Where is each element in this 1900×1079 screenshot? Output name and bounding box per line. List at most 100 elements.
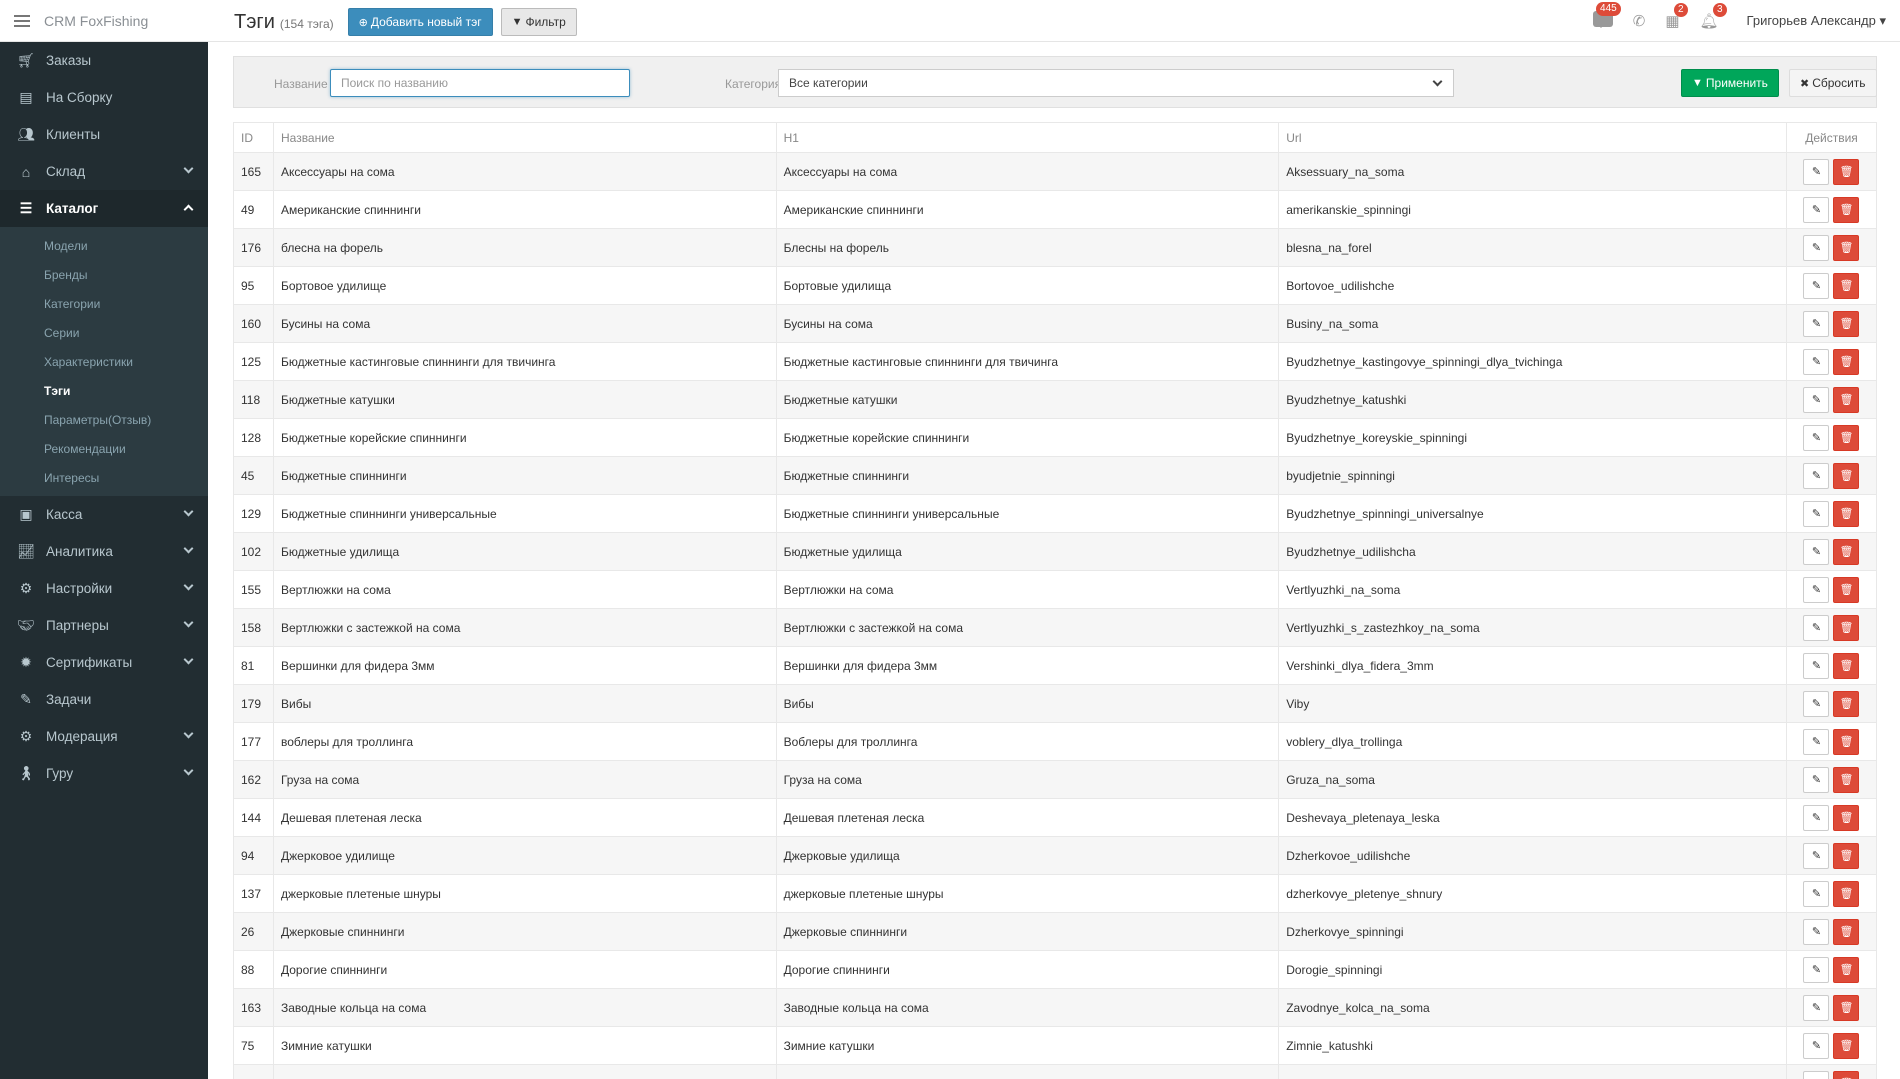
delete-button[interactable]: 🗑︎: [1833, 804, 1860, 831]
archive-icon: ▤: [19, 89, 33, 105]
column-header-id[interactable]: ID: [233, 122, 274, 153]
delete-button[interactable]: 🗑︎: [1833, 1032, 1860, 1059]
delete-button[interactable]: 🗑︎: [1833, 386, 1860, 413]
delete-button[interactable]: 🗑︎: [1833, 500, 1860, 527]
edit-button[interactable]: ✎: [1803, 1032, 1830, 1059]
reset-filter-button[interactable]: ✖ Сбросить: [1789, 69, 1877, 97]
row-actions: ✎ 🗑︎: [1794, 994, 1869, 1021]
delete-button[interactable]: 🗑︎: [1833, 918, 1860, 945]
gift-notifications[interactable]: ▦ 2: [1665, 3, 1688, 30]
row-actions: ✎ 🗑︎: [1794, 386, 1869, 413]
edit-button[interactable]: ✎: [1803, 158, 1830, 185]
edit-button[interactable]: ✎: [1803, 614, 1830, 641]
pencil-icon: ✎: [1811, 850, 1822, 862]
edit-button[interactable]: ✎: [1803, 500, 1830, 527]
edit-button[interactable]: ✎: [1803, 804, 1830, 831]
pencil-icon: ✎: [1811, 280, 1822, 292]
edit-button[interactable]: ✎: [1803, 766, 1830, 793]
filter-toggle-button[interactable]: ▼ Фильтр: [500, 8, 577, 36]
submenu-item-brands[interactable]: Бренды: [0, 260, 208, 289]
edit-button[interactable]: ✎: [1803, 728, 1830, 755]
edit-button[interactable]: ✎: [1803, 196, 1830, 223]
table-row: 81 Вершинки для фидера 3мм Вершинки для фи…: [233, 646, 1878, 685]
delete-button[interactable]: 🗑︎: [1833, 348, 1860, 375]
row-actions: ✎ 🗑︎: [1794, 956, 1869, 983]
sidebar-item-label: Каталог: [46, 201, 99, 216]
edit-button[interactable]: ✎: [1803, 576, 1830, 603]
trash-icon: 🗑︎: [1839, 850, 1854, 862]
delete-button[interactable]: 🗑︎: [1833, 310, 1860, 337]
delete-button[interactable]: 🗑︎: [1833, 766, 1860, 793]
edit-button[interactable]: ✎: [1803, 424, 1830, 451]
delete-button[interactable]: 🗑︎: [1833, 234, 1860, 261]
sidebar-item-moderation[interactable]: ⚙ Модерация: [0, 718, 208, 755]
delete-button[interactable]: 🗑︎: [1833, 1070, 1860, 1079]
sidebar-item-certificates[interactable]: ✹ Сертификаты: [0, 644, 208, 681]
apply-filter-button[interactable]: ▼ Применить: [1681, 69, 1779, 97]
user-menu[interactable]: Григорьев Александр ▾: [1747, 13, 1886, 29]
bell-notifications[interactable]: 🔔︎ 3: [1700, 3, 1727, 30]
column-header-url[interactable]: Url: [1278, 122, 1787, 153]
edit-button[interactable]: ✎: [1803, 652, 1830, 679]
sidebar-item-guru[interactable]: 🚶︎ Гуру: [0, 755, 208, 792]
sidebar-item-settings[interactable]: ⚙ Настройки: [0, 570, 208, 607]
column-header-name[interactable]: Название: [272, 122, 777, 153]
edit-button[interactable]: ✎: [1803, 880, 1830, 907]
chat-notifications[interactable]: 445: [1592, 2, 1621, 31]
delete-button[interactable]: 🗑︎: [1833, 728, 1860, 755]
delete-button[interactable]: 🗑︎: [1833, 158, 1860, 185]
delete-button[interactable]: 🗑︎: [1833, 462, 1860, 489]
phone-button[interactable]: ✆: [1633, 12, 1646, 30]
delete-button[interactable]: 🗑︎: [1833, 652, 1860, 679]
submenu-item-models[interactable]: Модели: [0, 231, 208, 260]
delete-button[interactable]: 🗑︎: [1833, 424, 1860, 451]
submenu-item-interests[interactable]: Интересы: [0, 463, 208, 492]
delete-button[interactable]: 🗑︎: [1833, 956, 1860, 983]
edit-button[interactable]: ✎: [1803, 690, 1830, 717]
submenu-item-tags[interactable]: Тэги: [0, 376, 208, 405]
edit-button[interactable]: ✎: [1803, 842, 1830, 869]
edit-button[interactable]: ✎: [1803, 462, 1830, 489]
edit-button[interactable]: ✎: [1803, 310, 1830, 337]
edit-button[interactable]: ✎: [1803, 234, 1830, 261]
submenu-item-categories[interactable]: Категории: [0, 289, 208, 318]
edit-button[interactable]: ✎: [1803, 538, 1830, 565]
submenu-item-series[interactable]: Серии: [0, 318, 208, 347]
edit-button[interactable]: ✎: [1803, 386, 1830, 413]
sidebar-item-orders[interactable]: 🛒︎ Заказы: [0, 42, 208, 79]
delete-button[interactable]: 🗑︎: [1833, 994, 1860, 1021]
delete-button[interactable]: 🗑︎: [1833, 614, 1860, 641]
sidebar-item-tasks[interactable]: ✎ Задачи: [0, 681, 208, 718]
edit-button[interactable]: ✎: [1803, 272, 1830, 299]
edit-button[interactable]: ✎: [1803, 1070, 1830, 1079]
delete-button[interactable]: 🗑︎: [1833, 576, 1860, 603]
sidebar-item-analytics[interactable]: 📈︎ Аналитика: [0, 533, 208, 570]
delete-button[interactable]: 🗑︎: [1833, 880, 1860, 907]
sidebar-item-clients[interactable]: 👥︎ Клиенты: [0, 116, 208, 153]
sidebar-item-partners[interactable]: 🤝︎ Партнеры: [0, 607, 208, 644]
column-header-h1[interactable]: H1: [775, 122, 1280, 153]
name-search-input[interactable]: [330, 69, 630, 97]
sidebar-item-cashbox[interactable]: ▣ Касса: [0, 496, 208, 533]
add-tag-button[interactable]: ⊕ Добавить новый тэг: [347, 8, 493, 36]
sidebar-item-warehouse[interactable]: ⌂ Склад: [0, 153, 208, 190]
sidebar-item-catalog[interactable]: ☰ Каталог: [0, 190, 208, 227]
edit-button[interactable]: ✎: [1803, 994, 1830, 1021]
gears-icon: ⚙: [19, 580, 33, 596]
category-select[interactable]: Все категории: [778, 69, 1454, 97]
edit-button[interactable]: ✎: [1803, 348, 1830, 375]
delete-button[interactable]: 🗑︎: [1833, 272, 1860, 299]
edit-button[interactable]: ✎: [1803, 956, 1830, 983]
brand[interactable]: CRM FoxFishing: [0, 0, 208, 42]
delete-button[interactable]: 🗑︎: [1833, 842, 1860, 869]
submenu-item-review-params[interactable]: Параметры(Отзыв): [0, 405, 208, 434]
sidebar-item-assembly[interactable]: ▤ На Сборку: [0, 79, 208, 116]
edit-button[interactable]: ✎: [1803, 918, 1830, 945]
menu-toggle-icon[interactable]: [14, 12, 30, 30]
delete-button[interactable]: 🗑︎: [1833, 196, 1860, 223]
submenu-item-characteristics[interactable]: Характеристики: [0, 347, 208, 376]
submenu-item-recommendations[interactable]: Рекомендации: [0, 434, 208, 463]
tags-table: ID Название H1 Url Действия 165 Аксессуар…: [233, 122, 1878, 1079]
delete-button[interactable]: 🗑︎: [1833, 690, 1860, 717]
delete-button[interactable]: 🗑︎: [1833, 538, 1860, 565]
